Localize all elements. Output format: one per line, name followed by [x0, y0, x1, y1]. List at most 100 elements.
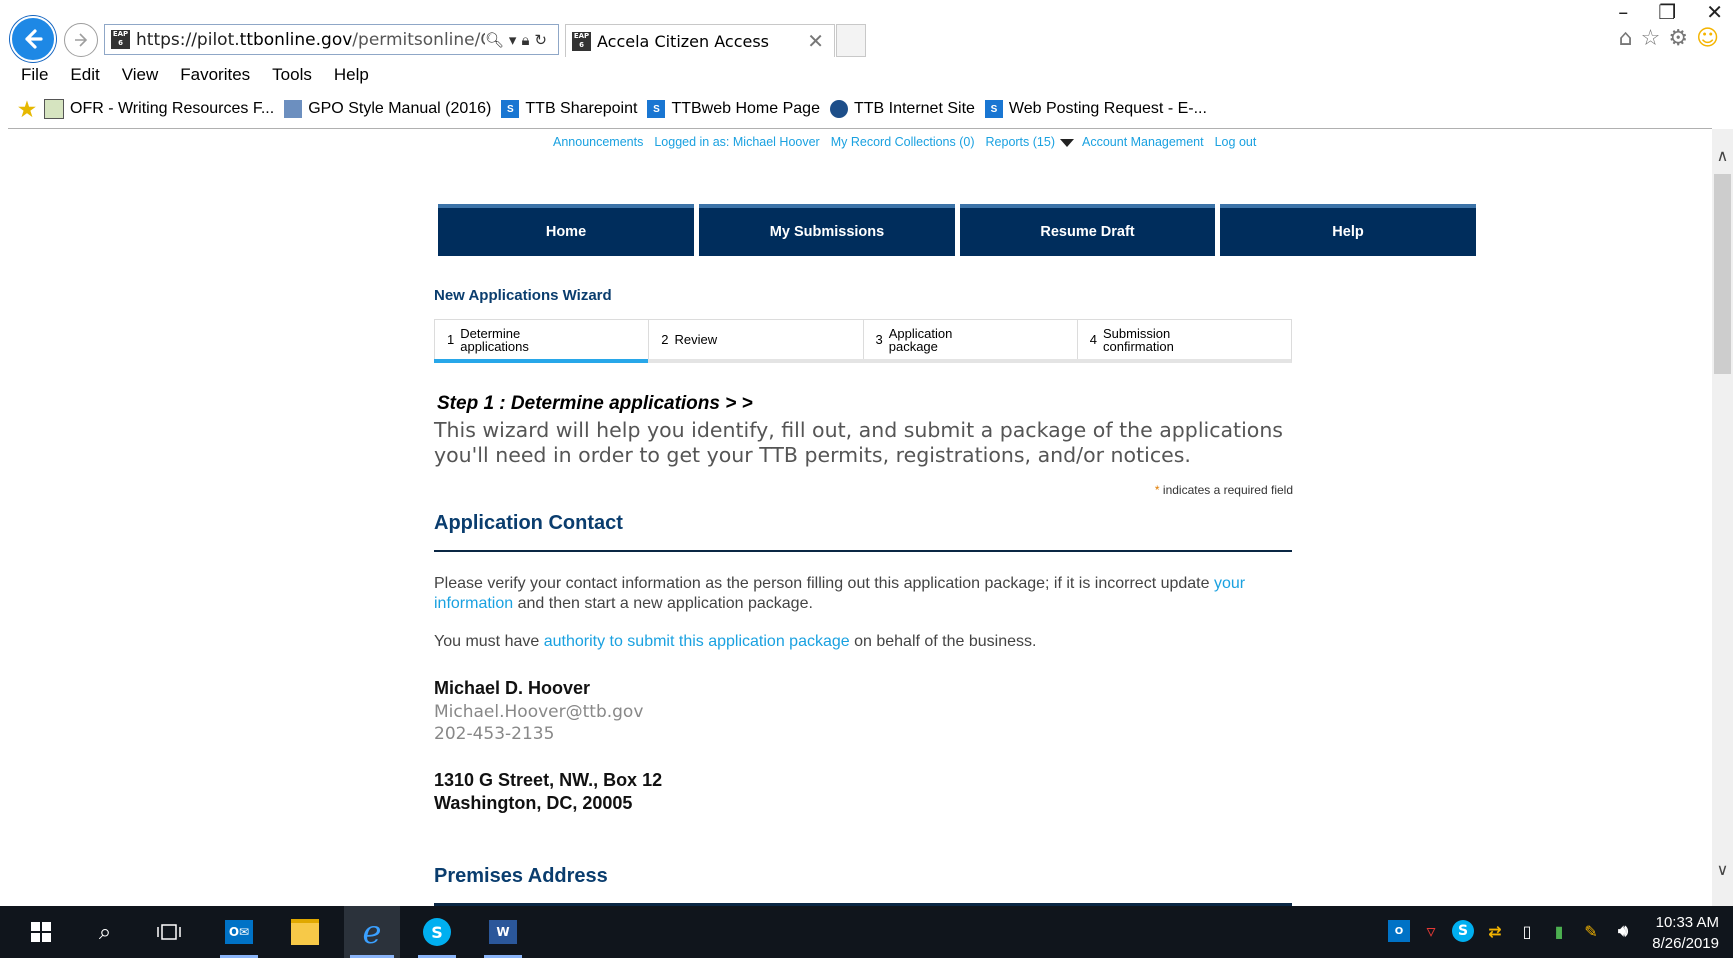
wizard-step-1[interactable]: 1 Determine applications — [433, 320, 650, 363]
contact-address-line1: 1310 G Street, NW., Box 12 — [434, 770, 663, 790]
taskbar-internet-explorer[interactable]: e — [344, 906, 400, 958]
scroll-up-icon[interactable]: ∧ — [1712, 146, 1733, 165]
favorite-ofr[interactable]: OFR - Writing Resources F... — [44, 99, 274, 119]
back-arrow-icon — [25, 29, 43, 49]
announcements-link[interactable]: Announcements — [553, 135, 643, 149]
contact-name: Michael D. Hoover — [434, 678, 591, 698]
favorite-ttb-internet[interactable]: TTB Internet Site — [829, 100, 975, 118]
menu-help[interactable]: Help — [323, 62, 380, 88]
logged-in-label: Logged in as: Michael Hoover — [654, 135, 820, 149]
menu-file[interactable]: File — [0, 62, 59, 88]
clock-time: 10:33 AM — [1655, 914, 1719, 931]
taskbar-outlook[interactable]: O✉ — [214, 906, 264, 958]
ofr-icon — [44, 99, 64, 119]
network-tray-icon[interactable]: ⇄ — [1484, 920, 1506, 942]
outlook-icon: O✉ — [225, 920, 253, 944]
authority-link[interactable]: authority to submit this application pac… — [544, 633, 850, 650]
nav-tab-resume-draft[interactable]: Resume Draft — [960, 204, 1215, 256]
wizard-step-3[interactable]: 3 Application package — [864, 320, 1078, 359]
outlook-tray-icon[interactable]: O — [1388, 920, 1410, 942]
favorite-web-posting[interactable]: S Web Posting Request - E-... — [984, 100, 1207, 118]
url-text[interactable]: https://pilot.ttbonline.gov/permitsonlin… — [136, 30, 485, 50]
window-controls: –❐✕ — [1618, 0, 1723, 24]
nav-tab-help[interactable]: Help — [1220, 204, 1476, 256]
sharepoint-icon: S — [984, 100, 1003, 118]
word-icon: W — [489, 920, 517, 944]
volume-icon[interactable]: 🔊︎ — [1612, 920, 1634, 942]
smiley-icon[interactable]: ☺ — [1696, 26, 1727, 51]
clock-date: 8/26/2019 — [1652, 935, 1719, 952]
ie-toolbar-icons: ⌂☆⚙☺ — [1619, 26, 1727, 51]
wizard-step-label: Review — [674, 332, 718, 347]
reports-link[interactable]: Reports (15) — [986, 135, 1055, 149]
sharepoint-icon: S — [647, 100, 666, 118]
forward-button[interactable] — [64, 23, 98, 57]
start-button[interactable] — [18, 906, 64, 958]
wizard-step-4[interactable]: 4 Submission confirmation — [1078, 320, 1291, 359]
wizard-step-label: Determine applications — [460, 325, 529, 354]
menu-view[interactable]: View — [111, 62, 170, 88]
address-tools[interactable]: 🔍︎▾🔒︎↻ — [485, 31, 558, 49]
address-bar[interactable]: EAP 6 https://pilot.ttbonline.gov/permit… — [104, 24, 559, 55]
internet-explorer-icon: e — [362, 913, 382, 951]
wizard-step-label: Application package — [888, 325, 953, 354]
mcafee-tray-icon[interactable]: ▿ — [1420, 920, 1442, 942]
wizard-step-2[interactable]: 2 Review — [649, 320, 864, 359]
search-icon[interactable]: ⌕ — [82, 906, 128, 958]
favorite-ttb-sharepoint[interactable]: S TTB Sharepoint — [501, 100, 637, 118]
wizard-title: New Applications Wizard — [434, 287, 612, 304]
taskbar-clock[interactable]: 10:33 AM 8/26/2019 — [1652, 912, 1719, 954]
battery-tray-icon[interactable]: ▮ — [1548, 920, 1570, 942]
skype-tray-icon[interactable]: S — [1452, 920, 1474, 942]
menu-bar: File Edit View Favorites Tools Help — [0, 62, 1733, 90]
tab-favicon: EAP 6 — [572, 31, 591, 51]
gpo-icon — [284, 100, 303, 118]
authority-text: You must have authority to submit this a… — [434, 633, 1037, 650]
close-window-icon[interactable]: ✕ — [1706, 0, 1723, 24]
usb-tray-icon[interactable]: ▯ — [1516, 920, 1538, 942]
notes-tray-icon[interactable]: ✎ — [1580, 920, 1602, 942]
new-tab-button[interactable] — [836, 24, 866, 57]
wizard-steps: 1 Determine applications 2 Review 3 Appli… — [433, 319, 1292, 363]
record-collections-link[interactable]: My Record Collections (0) — [831, 135, 975, 149]
scrollbar-thumb[interactable] — [1714, 174, 1731, 374]
nav-tab-my-submissions[interactable]: My Submissions — [699, 204, 955, 256]
wizard-intro: This wizard will help you identify, fill… — [434, 418, 1283, 467]
menu-edit[interactable]: Edit — [59, 62, 110, 88]
lock-icon[interactable]: 🔒︎ — [521, 31, 534, 49]
taskbar-file-explorer[interactable] — [280, 906, 330, 958]
task-view-icon[interactable] — [146, 906, 192, 958]
menu-favorites[interactable]: Favorites — [169, 62, 261, 88]
home-icon[interactable]: ⌂ — [1619, 26, 1641, 51]
close-tab-icon[interactable]: ✕ — [807, 29, 834, 53]
restore-icon[interactable]: ❐ — [1658, 0, 1706, 24]
site-favicon: EAP 6 — [111, 30, 130, 49]
reports-dropdown-icon[interactable] — [1060, 138, 1074, 147]
premises-address-title: Premises Address — [434, 865, 608, 887]
scroll-down-icon[interactable]: ∨ — [1712, 860, 1733, 879]
taskbar-word[interactable]: W — [478, 906, 528, 958]
favorites-star-icon[interactable]: ☆ — [1641, 26, 1669, 51]
wizard-step-label: Submission confirmation — [1102, 325, 1174, 354]
menu-tools[interactable]: Tools — [261, 62, 323, 88]
tab-active[interactable]: EAP 6 Accela Citizen Access ✕ — [565, 24, 835, 57]
refresh-icon[interactable]: ↻ — [534, 31, 552, 49]
dropdown-icon[interactable]: ▾ — [509, 31, 522, 49]
step-heading: Step 1 : Determine applications > > — [437, 393, 753, 414]
tab-title: Accela Citizen Access — [597, 31, 770, 51]
top-links: Announcements Logged in as: Michael Hoove… — [553, 135, 1267, 149]
contact-email: Michael.Hoover@ttb.gov — [434, 702, 644, 722]
gear-icon[interactable]: ⚙ — [1668, 26, 1696, 51]
favorites-star-icon[interactable]: ★ — [16, 99, 38, 121]
search-icon[interactable]: 🔍︎ — [485, 31, 509, 49]
contact-address-line2: Washington, DC, 20005 — [434, 793, 633, 813]
favorites-bar: ★ OFR - Writing Resources F... GPO Style… — [0, 96, 1733, 122]
back-button[interactable] — [10, 16, 56, 62]
favorite-gpo[interactable]: GPO Style Manual (2016) — [284, 100, 491, 118]
taskbar-skype[interactable]: S — [412, 906, 462, 958]
favorite-ttbweb[interactable]: S TTBweb Home Page — [647, 100, 820, 118]
logout-link[interactable]: Log out — [1215, 135, 1257, 149]
account-management-link[interactable]: Account Management — [1082, 135, 1204, 149]
minimize-icon[interactable]: – — [1618, 0, 1658, 24]
nav-tab-home[interactable]: Home — [438, 204, 694, 256]
